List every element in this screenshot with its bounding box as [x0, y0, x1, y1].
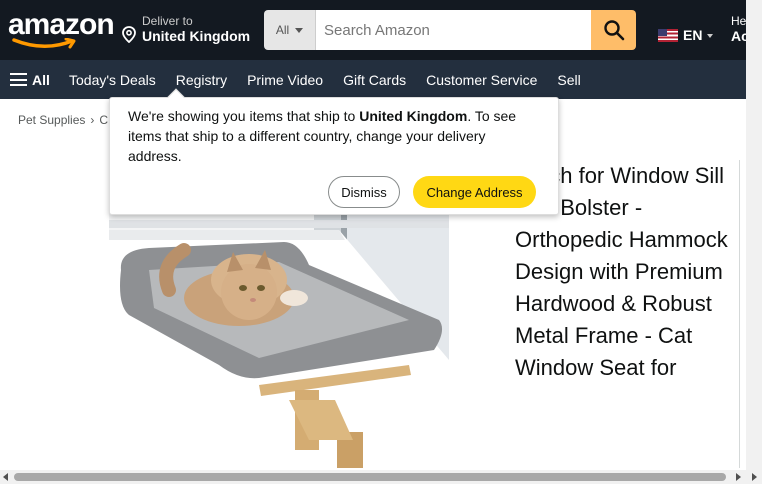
search-bar: All [264, 10, 636, 50]
smile-arrow-icon [12, 38, 76, 49]
location-pin-icon [122, 26, 136, 43]
product-image[interactable] [109, 170, 449, 470]
nav-link-registry[interactable]: Registry [166, 72, 237, 88]
caret-down-icon [295, 27, 304, 33]
horizontal-scrollbar-thumb[interactable] [14, 473, 726, 481]
nav-link-prime-video[interactable]: Prime Video [237, 72, 333, 88]
breadcrumb-pet-supplies[interactable]: Pet Supplies [18, 113, 85, 127]
language-label: EN [683, 27, 703, 43]
popover-message-part1: We're showing you items that ship to [128, 108, 360, 124]
main-nav: All Today's Deals Registry Prime Video G… [0, 60, 762, 99]
search-input[interactable] [316, 10, 591, 50]
breadcrumb-category[interactable]: C [99, 113, 108, 127]
search-button[interactable] [591, 10, 636, 50]
logo-text: amazon [8, 8, 115, 41]
nav-link-sell[interactable]: Sell [547, 72, 590, 88]
column-divider [739, 160, 740, 468]
breadcrumb-separator: › [90, 113, 95, 127]
delivery-popover: We're showing you items that ship to Uni… [109, 88, 559, 215]
change-address-button[interactable]: Change Address [413, 176, 536, 208]
hamburger-icon [10, 73, 27, 86]
scroll-right-icon[interactable] [736, 473, 741, 481]
search-category-label: All [275, 23, 290, 37]
language-selector[interactable]: EN [658, 26, 714, 44]
popover-message-country: United Kingdom [359, 108, 468, 124]
deliver-country: United Kingdom [142, 28, 251, 44]
deliver-to[interactable]: Deliver to United Kingdom [122, 14, 257, 48]
amazon-logo[interactable]: amazon [8, 8, 115, 52]
all-menu-button[interactable]: All [0, 72, 59, 88]
dismiss-button[interactable]: Dismiss [328, 176, 400, 208]
scroll-right-icon[interactable] [752, 473, 757, 481]
caret-down-icon [707, 34, 714, 38]
nav-link-gift-cards[interactable]: Gift Cards [333, 72, 416, 88]
popover-message: We're showing you items that ship to Uni… [128, 106, 538, 166]
cat-window-perch-image [109, 170, 449, 470]
horizontal-scrollbar[interactable] [0, 470, 762, 484]
nav-link-todays-deals[interactable]: Today's Deals [59, 72, 166, 88]
all-label: All [32, 71, 50, 88]
top-header: amazon Deliver to United Kingdom All Sea… [0, 0, 762, 60]
deliver-label: Deliver to [142, 14, 193, 28]
page: amazon Deliver to United Kingdom All Sea… [0, 0, 762, 484]
nav-link-customer-service[interactable]: Customer Service [416, 72, 547, 88]
search-category-dropdown[interactable]: All [264, 10, 316, 50]
search-icon [603, 20, 624, 41]
vertical-scrollbar[interactable] [746, 0, 762, 470]
scroll-left-icon[interactable] [3, 473, 8, 481]
us-flag-icon [658, 28, 678, 42]
breadcrumb: Pet Supplies › C [18, 113, 108, 127]
